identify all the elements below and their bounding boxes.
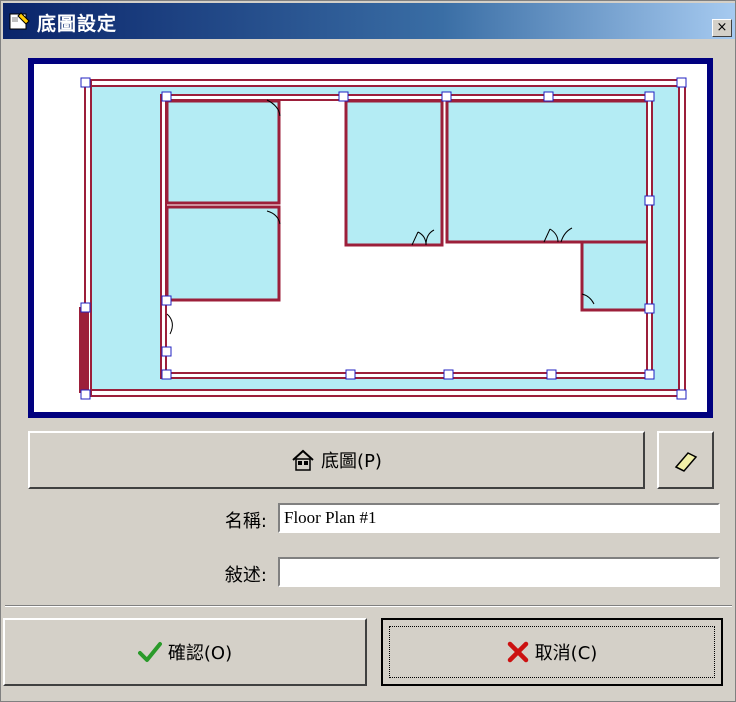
title-bar[interactable]: 底圖設定 × [3, 3, 735, 39]
name-input[interactable] [278, 503, 720, 533]
ok-button-label: 確認(O) [167, 643, 233, 664]
cancel-button-label: 取消(C) [534, 643, 598, 664]
close-icon: × [716, 20, 728, 35]
floor-plan-image [79, 77, 687, 400]
name-label: 名稱: [224, 511, 267, 532]
window-title: 底圖設定 [37, 13, 118, 35]
app-icon [9, 12, 30, 30]
ok-button[interactable]: 確認(O) [3, 618, 367, 686]
description-label: 敍述: [224, 565, 267, 586]
description-input[interactable] [278, 557, 720, 587]
close-button[interactable]: × [712, 19, 732, 37]
x-icon [507, 641, 528, 663]
floor-plan-preview [28, 58, 713, 418]
floor-plan-settings-dialog: 底圖設定 × 底圖(P) 名稱: Floor Plan #1 敍述: 確認(O)… [0, 0, 736, 702]
checkmark-icon [137, 642, 162, 662]
cancel-button[interactable]: 取消(C) [381, 618, 723, 686]
eraser-icon [674, 452, 698, 472]
clear-button[interactable] [657, 431, 714, 489]
separator [5, 605, 732, 607]
floor-plan-button-label: 底圖(P) [321, 451, 382, 472]
floor-plan-button[interactable]: 底圖(P) [28, 431, 645, 489]
house-icon [292, 449, 314, 471]
